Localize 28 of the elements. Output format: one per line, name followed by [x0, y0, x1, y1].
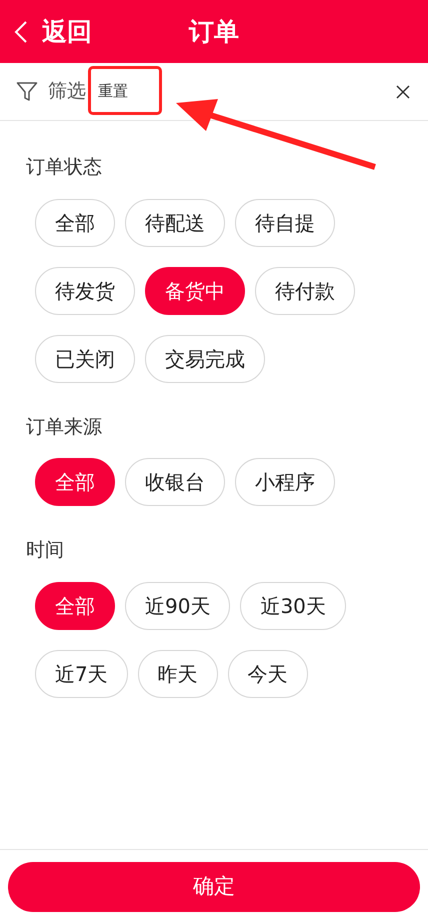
filter-icon — [16, 80, 38, 102]
filter-option[interactable]: 备货中 — [145, 266, 245, 314]
filter-option[interactable]: 全部 — [35, 458, 115, 506]
filter-option[interactable]: 近90天 — [125, 582, 230, 630]
section-title: 订单状态 — [26, 155, 103, 180]
confirm-button[interactable]: 确定 — [8, 862, 420, 912]
filter-option[interactable]: 近30天 — [240, 582, 346, 630]
filter-option[interactable]: 今天 — [228, 650, 308, 698]
filter-option[interactable]: 待发货 — [35, 266, 135, 314]
back-icon — [14, 20, 28, 44]
filter-option[interactable]: 昨天 — [138, 650, 218, 698]
filter-option[interactable]: 已关闭 — [35, 334, 135, 382]
filter-option[interactable]: 小程序 — [235, 458, 335, 506]
back-button[interactable]: 返回 — [0, 0, 92, 63]
section-title: 时间 — [26, 538, 65, 563]
filter-option[interactable]: 待配送 — [125, 198, 225, 246]
filter-option[interactable]: 近7天 — [35, 650, 128, 698]
filter-label: 筛选 — [48, 79, 86, 104]
filter-option[interactable]: 全部 — [35, 198, 115, 246]
close-button[interactable] — [394, 82, 412, 100]
filter-option[interactable]: 待付款 — [255, 266, 355, 314]
filter-option[interactable]: 交易完成 — [145, 334, 265, 382]
filter-option[interactable]: 待自提 — [235, 198, 335, 246]
filter-option[interactable]: 收银台 — [125, 458, 225, 506]
filter-option[interactable]: 全部 — [35, 582, 115, 630]
section-title: 订单来源 — [26, 414, 103, 440]
reset-button[interactable]: 重置 — [94, 76, 132, 107]
page-title: 订单 — [189, 16, 239, 46]
